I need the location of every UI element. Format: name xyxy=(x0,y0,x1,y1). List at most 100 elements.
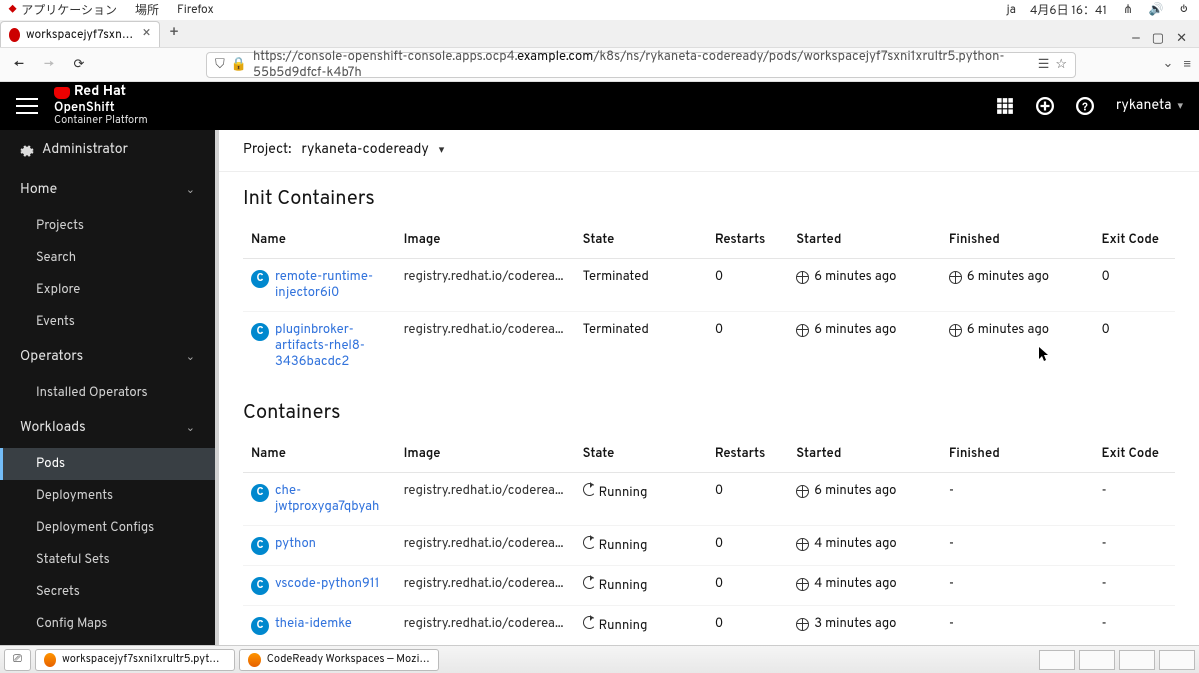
user-menu[interactable]: rykaneta ▾ xyxy=(1116,98,1183,115)
nav-search[interactable]: Search xyxy=(0,242,215,274)
globe-icon xyxy=(796,271,809,284)
sync-icon xyxy=(583,536,596,549)
window-close-icon[interactable]: ✕ xyxy=(1176,31,1187,47)
nav-projects[interactable]: Projects xyxy=(0,210,215,242)
container-badge: C xyxy=(251,577,269,595)
network-icon[interactable]: ⋔ xyxy=(1121,3,1135,17)
volume-icon[interactable]: 🔊 xyxy=(1149,3,1163,17)
table-header[interactable]: Finished xyxy=(941,222,1094,259)
project-selector[interactable]: Project: rykaneta-codeready ▾ xyxy=(219,130,1199,172)
taskbar-show-desktop[interactable]: ⎚ xyxy=(4,649,31,671)
table-header[interactable]: Restarts xyxy=(707,222,788,259)
gnome-places-menu[interactable]: 場所 xyxy=(135,1,159,19)
workspace-2[interactable] xyxy=(1079,650,1115,670)
nav-pods[interactable]: Pods xyxy=(0,448,215,480)
nav-workloads[interactable]: Workloads⌄ xyxy=(0,409,215,448)
pocket-icon[interactable]: ⌄ xyxy=(1163,56,1174,73)
globe-icon xyxy=(949,324,962,337)
table-header[interactable]: Image xyxy=(396,222,575,259)
gnome-lang[interactable]: ja xyxy=(1007,2,1016,18)
globe-icon xyxy=(796,578,809,591)
gear-icon xyxy=(20,144,34,158)
table-header[interactable]: Finished xyxy=(941,436,1094,473)
image-cell: registry.redhat.io/coderea... xyxy=(396,473,575,526)
table-header[interactable]: State xyxy=(575,436,707,473)
table-header[interactable]: State xyxy=(575,222,707,259)
restarts-cell: 0 xyxy=(707,606,788,646)
table-header[interactable]: Name xyxy=(243,222,396,259)
nav-events[interactable]: Events xyxy=(0,306,215,338)
add-icon[interactable] xyxy=(1036,97,1054,115)
workspace-3[interactable] xyxy=(1119,650,1155,670)
table-header[interactable]: Exit Code xyxy=(1094,222,1175,259)
container-link[interactable]: pluginbroker-artifacts-rhel8-3436bacdc2 xyxy=(275,322,388,370)
redhat-icon xyxy=(54,87,70,99)
brand-logo[interactable]: Red Hat OpenShift Container Platform xyxy=(54,85,148,127)
taskbar-item-1[interactable]: workspacejyf7sxni1xrultr5.python-5… xyxy=(35,649,235,671)
nav-home[interactable]: Home⌄ xyxy=(0,171,215,210)
nav-toggle[interactable] xyxy=(16,98,38,114)
table-header[interactable]: Restarts xyxy=(707,436,788,473)
container-link[interactable]: vscode-python911 xyxy=(275,576,379,592)
window-minimize-icon[interactable]: — xyxy=(1132,31,1140,47)
finished-cell: - xyxy=(941,606,1094,646)
new-tab-button[interactable]: + xyxy=(160,21,188,47)
globe-icon xyxy=(796,538,809,551)
taskbar-item-2[interactable]: CodeReady Workspaces — Mozilla … xyxy=(239,649,439,671)
restarts-cell: 0 xyxy=(707,473,788,526)
browser-menu-icon[interactable]: ≡ xyxy=(1183,56,1191,73)
nav-operators[interactable]: Operators⌄ xyxy=(0,338,215,377)
table-header[interactable]: Image xyxy=(396,436,575,473)
state-cell: Terminated xyxy=(575,259,707,312)
gnome-firefox-menu[interactable]: Firefox xyxy=(177,2,214,18)
url-text: https://console-openshift-console.apps.o… xyxy=(253,49,1032,81)
container-link[interactable]: python xyxy=(275,536,316,552)
perspective-switcher[interactable]: Administrator xyxy=(0,130,215,171)
exit-cell: 0 xyxy=(1094,259,1175,312)
globe-icon xyxy=(796,324,809,337)
container-link[interactable]: remote-runtime-injector6i0 xyxy=(275,269,388,301)
nav-deployments[interactable]: Deployments xyxy=(0,480,215,512)
apps-grid-icon[interactable] xyxy=(996,97,1014,115)
nav-explore[interactable]: Explore xyxy=(0,274,215,306)
url-bar[interactable]: ⛉ 🔒 https://console-openshift-console.ap… xyxy=(206,52,1076,78)
nav-stateful-sets[interactable]: Stateful Sets xyxy=(0,544,215,576)
gnome-apps-menu[interactable]: ◆ アプリケーション xyxy=(8,1,117,19)
container-link[interactable]: theia-idemke xyxy=(275,616,352,632)
image-cell: registry.redhat.io/coderea... xyxy=(396,312,575,381)
table-header[interactable]: Started xyxy=(788,436,941,473)
forward-button[interactable]: → xyxy=(38,54,60,76)
nav-config-maps[interactable]: Config Maps xyxy=(0,608,215,640)
image-cell: registry.redhat.io/coderea... xyxy=(396,526,575,566)
reader-icon[interactable]: ☰ xyxy=(1038,57,1050,73)
table-header[interactable]: Exit Code xyxy=(1094,436,1175,473)
sync-icon xyxy=(583,576,596,589)
nav-secrets[interactable]: Secrets xyxy=(0,576,215,608)
main-content[interactable]: Project: rykaneta-codeready ▾ Init Conta… xyxy=(215,130,1199,645)
firefox-icon xyxy=(44,653,56,667)
lock-icon: 🔒 xyxy=(231,57,247,73)
started-cell: 6 minutes ago xyxy=(788,259,941,312)
state-cell: Terminated xyxy=(575,312,707,381)
gnome-clock[interactable]: 4月6日 16：41 xyxy=(1030,1,1107,19)
containers-table: NameImageStateRestartsStartedFinishedExi… xyxy=(243,436,1175,645)
chevron-down-icon: ⌄ xyxy=(186,421,195,436)
container-link[interactable]: che-jwtproxyga7qbyah xyxy=(275,483,388,515)
window-maximize-icon[interactable]: ▢ xyxy=(1152,31,1164,47)
masthead: Red Hat OpenShift Container Platform ? r… xyxy=(0,82,1199,130)
state-cell: Running xyxy=(575,473,707,526)
table-header[interactable]: Started xyxy=(788,222,941,259)
tab-close-icon[interactable]: × xyxy=(142,26,151,43)
nav-installed-operators[interactable]: Installed Operators xyxy=(0,377,215,409)
nav-deployment-configs[interactable]: Deployment Configs xyxy=(0,512,215,544)
finished-cell: - xyxy=(941,526,1094,566)
workspace-1[interactable] xyxy=(1039,650,1075,670)
bookmark-icon[interactable]: ☆ xyxy=(1055,57,1067,73)
table-header[interactable]: Name xyxy=(243,436,396,473)
back-button[interactable]: ← xyxy=(8,54,30,76)
reload-button[interactable]: ⟳ xyxy=(68,54,90,76)
browser-tab[interactable]: workspacejyf7sxni1xrultr5 × xyxy=(0,21,160,47)
power-icon[interactable]: ⏻ xyxy=(1177,3,1191,17)
help-icon[interactable]: ? xyxy=(1076,97,1094,115)
workspace-4[interactable] xyxy=(1159,650,1195,670)
